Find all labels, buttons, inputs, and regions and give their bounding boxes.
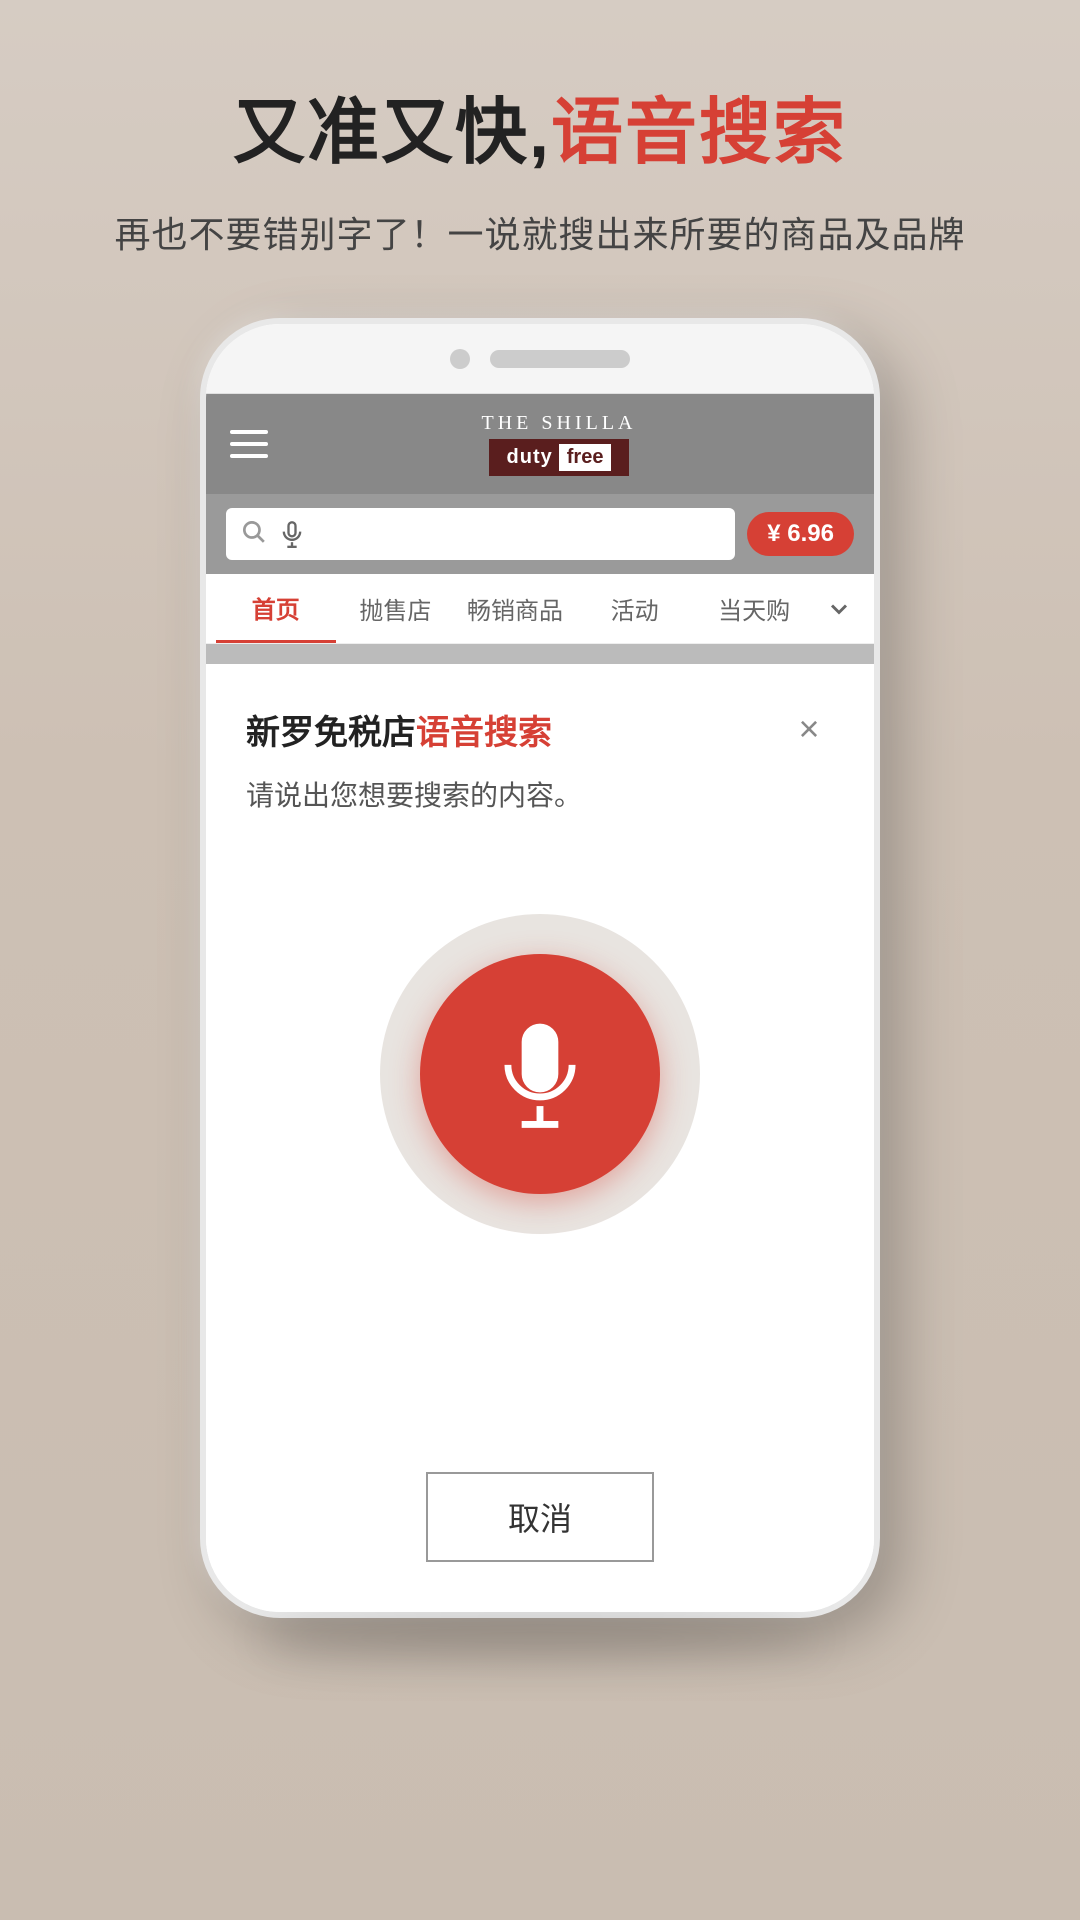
phone-camera <box>450 349 470 369</box>
balance-amount: ¥ 6.96 <box>767 520 834 548</box>
logo-bottom: duty free <box>489 439 630 476</box>
app-header: THE SHILLA duty free <box>206 394 874 494</box>
app-content: THE SHILLA duty free <box>206 394 874 1612</box>
search-input-area[interactable] <box>226 508 735 560</box>
tab-today[interactable]: 当天购 <box>694 574 814 643</box>
headline-black: 又准又快, <box>233 93 551 173</box>
menu-line-2 <box>230 442 268 446</box>
nav-more-button[interactable] <box>814 574 864 643</box>
overlay-header: 新罗免税店语音搜索 × <box>246 704 834 754</box>
search-icon <box>240 518 266 551</box>
mic-search-icon[interactable] <box>276 518 308 550</box>
headline-red: 语音搜索 <box>551 93 847 173</box>
search-bar: ¥ 6.96 <box>206 494 874 574</box>
overlay-title-black: 新罗免税店 <box>246 714 416 752</box>
cancel-button[interactable]: 取消 <box>426 1472 654 1562</box>
subtext: 再也不要错别字了！一说就搜出来所要的商品及品牌 <box>0 206 1080 258</box>
logo-area: THE SHILLA duty free <box>482 412 637 476</box>
nav-tabs: 首页 抛售店 畅销商品 活动 当天购 <box>206 574 874 644</box>
logo-duty: duty <box>507 446 553 469</box>
voice-search-overlay: 新罗免税店语音搜索 × 请说出您想要搜索的内容。 <box>206 664 874 1612</box>
phone-top-bar <box>206 324 874 394</box>
logo-free-box: free <box>559 444 612 471</box>
mic-outer-ring <box>380 914 700 1234</box>
menu-line-3 <box>230 454 268 458</box>
close-button[interactable]: × <box>784 704 834 754</box>
tab-events[interactable]: 活动 <box>575 574 695 643</box>
tab-outlet[interactable]: 抛售店 <box>336 574 456 643</box>
phone-shadow <box>260 1618 820 1658</box>
logo-brand: THE SHILLA <box>482 412 637 435</box>
mic-button[interactable] <box>420 954 660 1194</box>
tab-bestseller[interactable]: 畅销商品 <box>455 574 575 643</box>
overlay-title-red: 语音搜索 <box>416 714 552 752</box>
phone-mockup: THE SHILLA duty free <box>200 318 880 1618</box>
phone-speaker <box>490 350 630 368</box>
overlay-subtitle: 请说出您想要搜索的内容。 <box>246 774 834 814</box>
overlay-title: 新罗免税店语音搜索 <box>246 705 552 754</box>
menu-button[interactable] <box>230 430 268 458</box>
headline: 又准又快,语音搜索 <box>0 90 1080 176</box>
logo-free: free <box>567 446 604 468</box>
balance-badge: ¥ 6.96 <box>747 512 854 556</box>
tab-home[interactable]: 首页 <box>216 574 336 643</box>
mic-icon <box>485 1019 595 1129</box>
phone-container: THE SHILLA duty free <box>0 318 1080 1618</box>
menu-line-1 <box>230 430 268 434</box>
top-section: 又准又快,语音搜索 再也不要错别字了！一说就搜出来所要的商品及品牌 <box>0 0 1080 298</box>
